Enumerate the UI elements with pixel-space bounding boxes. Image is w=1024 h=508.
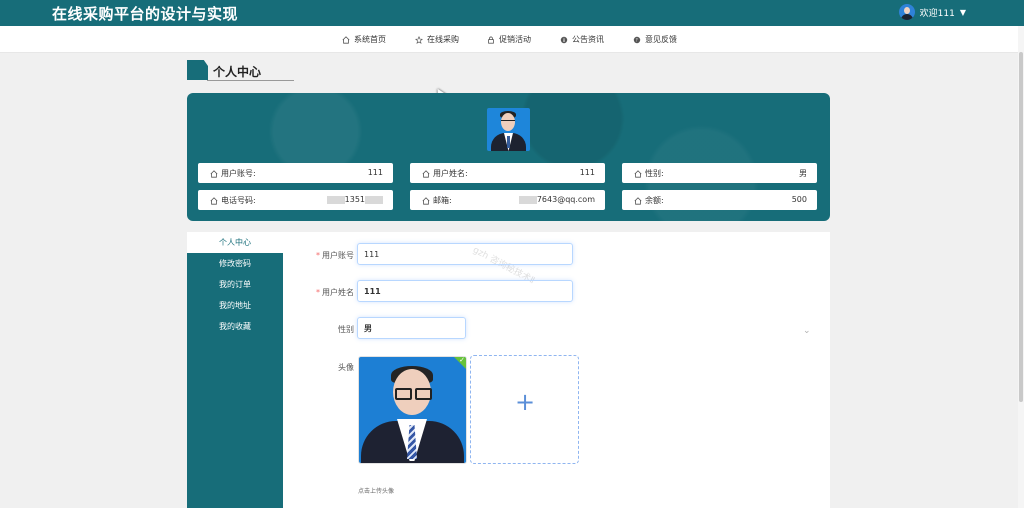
- nav-item-label: 系统首页: [354, 35, 386, 44]
- page-section-title: 个人中心: [187, 60, 294, 82]
- sidebar-item-favorites[interactable]: 我的收藏: [187, 316, 283, 337]
- home-icon: [422, 196, 430, 205]
- profile-field-gender: 性别: 男: [622, 163, 817, 183]
- profile-avatar: [487, 108, 530, 151]
- blur-mask: [326, 195, 345, 204]
- lock-icon: [488, 36, 494, 44]
- home-icon: [634, 196, 642, 205]
- nav-item-label: 意见反馈: [645, 35, 677, 44]
- blur-mask: [518, 195, 537, 204]
- title-flag-icon: [187, 60, 208, 80]
- title-underline: [207, 80, 294, 81]
- nav-item-label: 促销活动: [499, 35, 531, 44]
- nav-item-announcements[interactable]: 公告资讯: [560, 34, 604, 45]
- info-icon: [560, 36, 568, 43]
- chevron-down-icon[interactable]: ⌄: [803, 326, 811, 336]
- home-icon: [210, 196, 218, 205]
- plus-icon: +: [515, 388, 536, 416]
- page-title: 个人中心: [213, 65, 262, 79]
- avatar-upload-button[interactable]: +: [470, 355, 579, 464]
- page-scrollbar[interactable]: [1018, 26, 1024, 508]
- account-input[interactable]: 111: [357, 243, 573, 265]
- gender-select[interactable]: 男: [357, 317, 466, 339]
- nav-item-purchase[interactable]: 在线采购: [415, 34, 459, 45]
- gender-label: 性别: [338, 325, 354, 334]
- profile-field-balance: 余额: 500: [622, 190, 817, 210]
- user-sidebar: 个人中心 修改密码 我的订单 我的地址 我的收藏: [187, 232, 283, 508]
- sidebar-item-change-password[interactable]: 修改密码: [187, 253, 283, 274]
- avatar-label: 头像: [338, 363, 354, 372]
- home-icon: [342, 35, 350, 44]
- email-value: 7643@qq.com: [518, 195, 595, 204]
- nav-item-promotions[interactable]: 促销活动: [487, 34, 531, 45]
- form-row-gender: 性别 男: [283, 317, 830, 341]
- nav-item-label: 在线采购: [427, 35, 459, 44]
- name-input[interactable]: 111: [357, 280, 573, 302]
- question-icon: ?: [633, 36, 641, 43]
- app-title: 在线采购平台的设计与实现: [52, 5, 239, 23]
- phone-value: 1351: [326, 195, 383, 204]
- user-avatar: [898, 4, 915, 20]
- profile-field-name: 用户姓名: 111: [410, 163, 605, 183]
- sidebar-item-orders[interactable]: 我的订单: [187, 274, 283, 295]
- home-icon: [210, 169, 218, 178]
- welcome-text: 欢迎111: [919, 8, 955, 19]
- scrollbar-thumb[interactable]: [1019, 52, 1023, 402]
- check-mark-icon: ✓: [459, 356, 465, 364]
- profile-field-phone: 电话号码: 1351: [198, 190, 393, 210]
- form-row-account: * 用户账号 111: [283, 243, 830, 267]
- sidebar-item-addresses[interactable]: 我的地址: [187, 295, 283, 316]
- caret-down-icon[interactable]: ▼: [960, 8, 966, 17]
- nav-item-home[interactable]: 系统首页: [342, 34, 386, 45]
- profile-summary-card: 用户账号: 111 用户姓名: 111 性别: 男 电话号码: 1351 邮箱:…: [187, 93, 830, 221]
- nav-item-label: 公告资讯: [572, 35, 604, 44]
- user-menu[interactable]: 欢迎111 ▼: [898, 4, 966, 20]
- home-icon: [634, 169, 642, 178]
- upload-hint-text: 点击上传头像: [358, 488, 395, 495]
- name-label: * 用户姓名: [316, 288, 354, 297]
- profile-field-email: 邮箱: 7643@qq.com: [410, 190, 605, 210]
- profile-edit-form: gzh 咨询秘技术Ⅱ * 用户账号 111 * 用户姓名 111 性别 男 ⌄ 头像…: [283, 232, 830, 508]
- home-icon: [422, 169, 430, 178]
- uploaded-avatar[interactable]: ✓: [358, 356, 467, 464]
- blur-mask: [365, 195, 383, 204]
- top-navigation: 系统首页 在线采购 促销活动 公告资讯 ? 意见反馈: [0, 26, 1018, 53]
- svg-text:?: ?: [636, 37, 638, 42]
- account-label: * 用户账号: [316, 251, 354, 260]
- sidebar-item-profile[interactable]: 个人中心: [187, 232, 283, 253]
- form-row-name: * 用户姓名 111: [283, 280, 830, 304]
- star-icon: [415, 35, 423, 44]
- top-header-bar: 在线采购平台的设计与实现 欢迎111 ▼: [0, 0, 1024, 26]
- nav-item-feedback[interactable]: ? 意见反馈: [633, 34, 677, 45]
- profile-field-account: 用户账号: 111: [198, 163, 393, 183]
